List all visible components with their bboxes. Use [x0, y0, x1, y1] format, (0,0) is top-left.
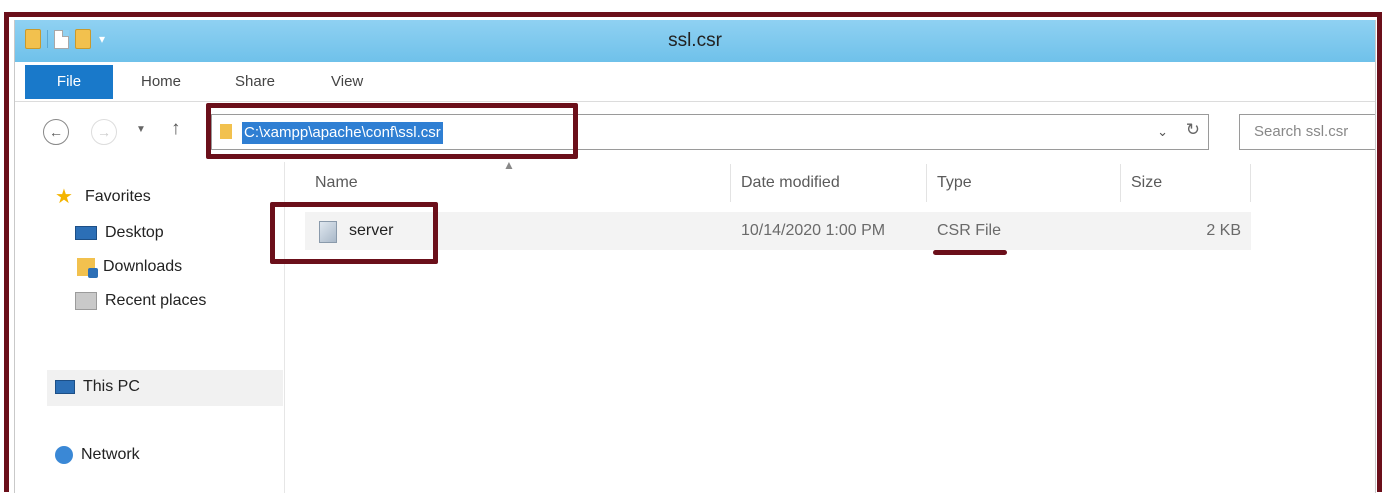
search-input[interactable]: Search ssl.csr	[1239, 114, 1375, 150]
title-bar: ▾ ssl.csr	[15, 20, 1375, 62]
sidebar-item-recent-places[interactable]: Recent places	[75, 292, 206, 310]
sidebar-item-label: Recent places	[105, 292, 207, 309]
column-header-size[interactable]: Size	[1121, 164, 1251, 202]
explorer-window: ▾ ssl.csr File Home Share View ← → ▼ ↑ C…	[14, 20, 1376, 493]
refresh-icon[interactable]: ↻	[1186, 120, 1200, 140]
sidebar-item-favorites[interactable]: ★ Favorites	[55, 186, 151, 208]
search-placeholder: Search ssl.csr	[1254, 123, 1349, 140]
forward-arrow-icon[interactable]: →	[91, 119, 117, 145]
chevron-down-icon[interactable]: ⌄	[1157, 124, 1168, 140]
column-header-name[interactable]: Name	[305, 164, 731, 202]
tab-share[interactable]: Share	[235, 62, 275, 102]
sidebar-item-network[interactable]: Network	[55, 446, 140, 464]
computer-icon	[55, 380, 75, 394]
annotation-box-address	[206, 103, 578, 159]
sidebar-item-downloads[interactable]: Downloads	[77, 258, 183, 278]
tab-file[interactable]: File	[25, 65, 113, 99]
file-type: CSR File	[937, 222, 1002, 239]
sidebar-item-desktop[interactable]: Desktop	[75, 224, 164, 242]
file-row[interactable]: server 10/14/2020 1:00 PM CSR File 2 KB	[305, 212, 1251, 250]
column-header-date-modified[interactable]: Date modified	[731, 164, 927, 202]
annotation-box-file	[270, 202, 438, 264]
sidebar-item-this-pc[interactable]: This PC	[55, 378, 140, 396]
sidebar-item-label: This PC	[83, 378, 140, 395]
network-icon	[55, 446, 73, 464]
file-date-modified: 10/14/2020 1:00 PM	[741, 222, 886, 239]
recent-locations-icon[interactable]: ▼	[136, 124, 146, 135]
sidebar-item-label: Network	[81, 446, 140, 463]
back-arrow-icon[interactable]: ←	[43, 119, 69, 145]
ribbon-tabs: File Home Share View	[15, 62, 1375, 102]
desktop-icon	[75, 226, 97, 240]
downloads-icon	[77, 258, 98, 278]
up-arrow-icon[interactable]: ↑	[171, 118, 181, 140]
tab-view[interactable]: View	[331, 62, 363, 102]
annotation-underline-type	[933, 250, 1007, 255]
window-title: ssl.csr	[668, 30, 722, 51]
recent-places-icon	[75, 292, 97, 310]
sidebar-item-label: Desktop	[105, 224, 164, 241]
column-header-type[interactable]: Type	[927, 164, 1121, 202]
sidebar-item-label: Downloads	[103, 258, 183, 275]
star-icon: ★	[55, 186, 73, 208]
column-headers: ▲ Name Date modified Type Size	[305, 158, 1251, 202]
navigation-pane: ★ Favorites Desktop Downloads Recent pla…	[15, 162, 285, 493]
file-size: 2 KB	[1206, 222, 1241, 239]
tab-home[interactable]: Home	[141, 62, 181, 102]
sidebar-item-label: Favorites	[85, 188, 151, 205]
